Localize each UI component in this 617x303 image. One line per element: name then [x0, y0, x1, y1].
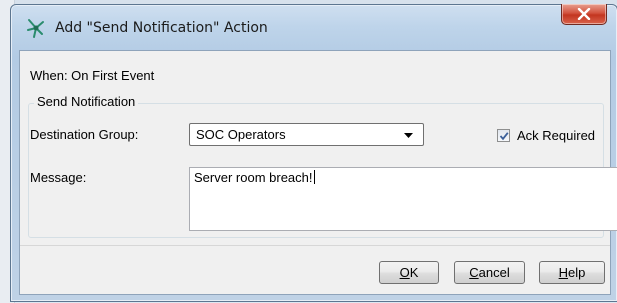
ok-button[interactable]: OK: [379, 261, 439, 284]
chevron-down-icon: [404, 133, 413, 138]
message-label: Message:: [30, 170, 87, 185]
dialog-body: When: On First Event Send Notification D…: [19, 50, 617, 295]
cancel-label-rest: ancel: [478, 265, 510, 280]
message-text: Server room breach!: [194, 170, 313, 185]
message-textarea[interactable]: Server room breach!: [189, 167, 617, 231]
help-mnemonic: H: [558, 265, 569, 280]
destination-group-select[interactable]: SOC Operators: [189, 123, 424, 146]
ok-label-rest: K: [409, 265, 419, 280]
ack-required-label[interactable]: Ack Required: [517, 128, 595, 143]
ack-required-checkbox[interactable]: [497, 129, 510, 142]
ok-mnemonic: O: [399, 265, 410, 280]
close-button[interactable]: [561, 4, 607, 25]
dialog-window: Add "Send Notification" Action When: On …: [10, 4, 617, 302]
destination-group-label: Destination Group:: [30, 127, 139, 142]
separator: [20, 245, 610, 246]
help-label-rest: elp: [568, 265, 586, 280]
help-button[interactable]: Help: [539, 261, 605, 284]
close-icon: [577, 8, 591, 20]
cancel-button[interactable]: Cancel: [454, 261, 525, 284]
text-caret: [313, 170, 315, 184]
group-label: Send Notification: [34, 94, 139, 109]
network-node-icon: [25, 17, 47, 39]
trigger-condition: When: On First Event: [30, 68, 155, 83]
destination-group-value: SOC Operators: [196, 127, 286, 142]
title-bar[interactable]: Add "Send Notification" Action: [11, 4, 617, 51]
cancel-mnemonic: C: [469, 265, 479, 280]
checkmark-icon: [499, 132, 509, 141]
dialog-title: Add "Send Notification" Action: [55, 20, 268, 36]
